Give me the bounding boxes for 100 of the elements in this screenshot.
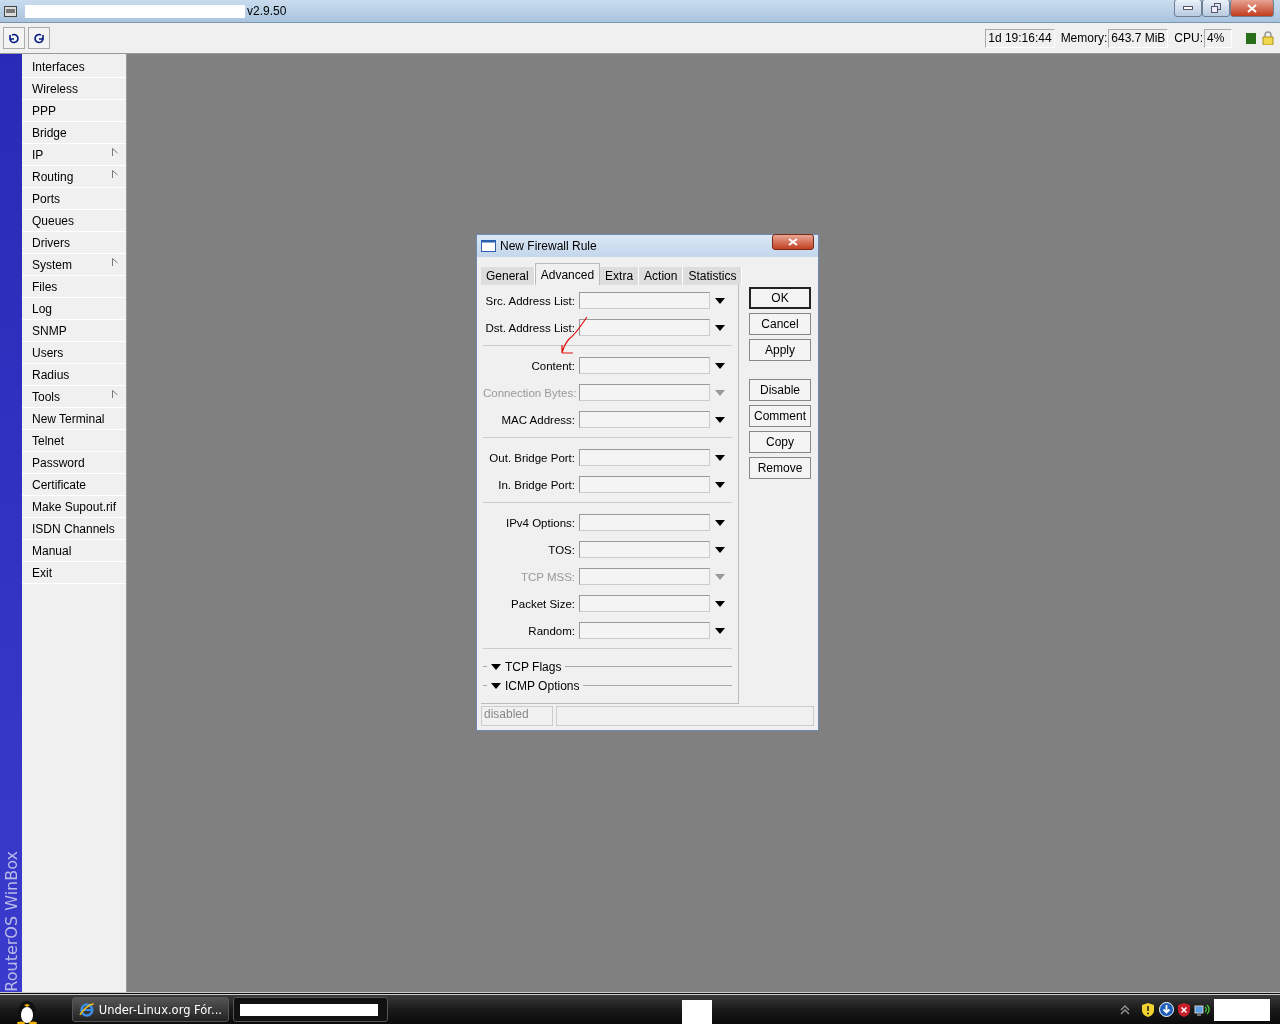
combo-field[interactable] (579, 449, 710, 466)
memory-readout: 643.7 MiB (1108, 28, 1169, 48)
minimize-button[interactable] (1174, 0, 1202, 17)
section-header[interactable]: TCP Flags (505, 659, 562, 674)
taskbar-button[interactable] (233, 997, 388, 1022)
shield-error-icon[interactable] (1178, 1002, 1190, 1017)
dropdown-arrow-icon[interactable] (715, 416, 725, 423)
field-label: Connection Bytes: (483, 386, 578, 399)
field-label: Packet Size: (510, 597, 576, 610)
dialog-button[interactable]: Cancel (749, 313, 811, 335)
field-label: In. Bridge Port: (497, 478, 576, 491)
cpu-readout: 4% (1204, 28, 1232, 48)
tab[interactable]: Statistics (683, 267, 743, 285)
close-icon (1247, 3, 1257, 13)
menu-item[interactable]: New Terminal (22, 408, 126, 430)
dropdown-arrow-icon[interactable] (715, 324, 725, 331)
combo-field[interactable] (579, 595, 710, 612)
browser-icon (79, 1001, 95, 1018)
menu-item[interactable]: PPP (22, 100, 126, 122)
close-button[interactable] (772, 234, 814, 250)
menu-item[interactable]: Routing (22, 166, 126, 188)
menu-item[interactable]: Files (22, 276, 126, 298)
dialog-button[interactable]: Comment (749, 405, 811, 427)
dropdown-arrow-icon[interactable] (715, 362, 725, 369)
menu-item[interactable]: Log (22, 298, 126, 320)
menu-item[interactable]: Drivers (22, 232, 126, 254)
app-icon[interactable] (4, 5, 17, 17)
shield-warning-icon[interactable] (1142, 1002, 1154, 1017)
menu-item[interactable]: IP (22, 144, 126, 166)
menu-item[interactable]: Certificate (22, 474, 126, 496)
dropdown-arrow-icon[interactable] (715, 600, 725, 607)
dialog-button[interactable]: Remove (749, 457, 811, 479)
menu-item[interactable]: Tools (22, 386, 126, 408)
combo-field[interactable] (579, 357, 710, 374)
tab[interactable]: Advanced (534, 263, 601, 285)
menu-item[interactable]: ISDN Channels (22, 518, 126, 540)
menu-item[interactable]: Bridge (22, 122, 126, 144)
close-button[interactable] (1230, 0, 1274, 17)
field-label: IPv4 Options: (504, 516, 576, 529)
dropdown-arrow-icon[interactable] (715, 297, 725, 304)
undo-icon (8, 32, 20, 44)
dialog-button[interactable]: OK (749, 287, 811, 309)
menu-item[interactable]: Telnet (22, 430, 126, 452)
taskbar-button[interactable]: Under-Linux.org Fór... (72, 997, 229, 1022)
dialog-title: New Firewall Rule (500, 239, 597, 253)
field-label: Out. Bridge Port: (488, 451, 576, 464)
window-title: v2.9.50 (247, 4, 287, 18)
menu-item[interactable]: Users (22, 342, 126, 364)
undo-button[interactable] (3, 27, 25, 49)
tab[interactable]: Extra (600, 267, 640, 285)
menu-item[interactable]: System (22, 254, 126, 276)
field-label: Random: (527, 624, 576, 637)
uptime-readout: 1d 19:16:44 (985, 28, 1055, 48)
field-label: MAC Address: (500, 413, 576, 426)
field-label: Src. Address List: (484, 294, 576, 307)
menu-item[interactable]: Wireless (22, 78, 126, 100)
memory-label: Memory: (1060, 31, 1108, 45)
dialog-button[interactable]: Copy (749, 431, 811, 453)
combo-field[interactable] (579, 292, 710, 309)
menu-item[interactable]: Queues (22, 210, 126, 232)
menu-item[interactable]: Interfaces (22, 56, 126, 78)
dropdown-arrow-icon[interactable] (715, 519, 725, 526)
expand-arrow-icon[interactable] (491, 682, 501, 689)
dialog-button[interactable]: Apply (749, 339, 811, 361)
combo-field[interactable] (579, 622, 710, 639)
field-label: Content: (530, 359, 576, 372)
combo-field[interactable] (579, 319, 710, 336)
cpu-label: CPU: (1174, 31, 1203, 45)
menu-item[interactable]: Make Supout.rif (22, 496, 126, 518)
show-hidden-icons-icon[interactable] (1120, 1004, 1130, 1015)
network-icon[interactable] (1194, 1002, 1210, 1017)
window-icon (481, 240, 496, 252)
menu-item[interactable]: Password (22, 452, 126, 474)
dropdown-arrow-icon[interactable] (715, 627, 725, 634)
redacted-block (682, 1000, 712, 1024)
section-header[interactable]: ICMP Options (505, 678, 580, 693)
dialog-button[interactable]: Disable (749, 379, 811, 401)
combo-field[interactable] (579, 514, 710, 531)
menu-item[interactable]: Radius (22, 364, 126, 386)
combo-field[interactable] (579, 411, 710, 428)
field-label: Dst. Address List: (484, 321, 576, 334)
dropdown-arrow-icon[interactable] (715, 454, 725, 461)
redo-button[interactable] (28, 27, 50, 49)
close-icon (788, 238, 798, 246)
lock-icon (1262, 31, 1274, 45)
maximize-button[interactable] (1202, 0, 1230, 17)
dropdown-arrow-icon[interactable] (715, 481, 725, 488)
menu-item[interactable]: SNMP (22, 320, 126, 342)
brand-label: RouterOS WinBox (1, 850, 21, 992)
menu-item[interactable]: Ports (22, 188, 126, 210)
expand-arrow-icon[interactable] (491, 663, 501, 670)
combo-field[interactable] (579, 476, 710, 493)
tab[interactable]: Action (639, 267, 684, 285)
menu-item[interactable]: Exit (22, 562, 126, 584)
field-label: TCP MSS: (519, 570, 576, 583)
download-icon[interactable] (1159, 1002, 1174, 1017)
combo-field[interactable] (579, 541, 710, 558)
dropdown-arrow-icon[interactable] (715, 546, 725, 553)
menu-item[interactable]: Manual (22, 540, 126, 562)
tab[interactable]: General (481, 267, 535, 285)
